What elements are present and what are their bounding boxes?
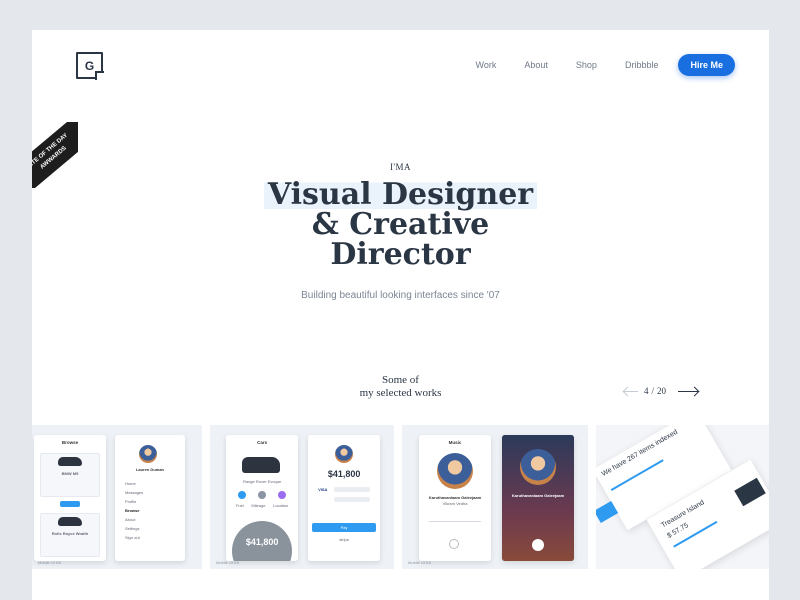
work-card-1[interactable]: Browse BMW M5 Rolls Royce Wraith Lauren … <box>32 425 203 569</box>
work-card-4[interactable]: We have 267 items indexed Treasure Islan… <box>595 425 769 569</box>
card2-price-1: $41,800 <box>245 537 279 547</box>
card4-headline: We have 267 items indexed <box>600 428 679 478</box>
nav-dribbble[interactable]: Dribbble <box>625 60 659 70</box>
card1-screen-title: Browse <box>61 440 79 445</box>
card3-tag: Mobile UI Kit <box>408 560 431 565</box>
top-nav: Work About Shop Dribbble Hire Me <box>448 54 735 76</box>
hire-me-button[interactable]: Hire Me <box>678 54 735 76</box>
card2-feature: Location <box>273 503 289 508</box>
card2-brand: stripe <box>339 537 349 542</box>
card3-screen-dark: Karuthavanlaam Galeejaam <box>502 435 575 561</box>
awwards-ribbon[interactable]: SITE OF THE DAY AWWARDS <box>32 122 78 188</box>
card1-menu-item: Sign out <box>125 535 140 540</box>
card1-screen-menu: Lauren Duman Home Messages Profile Brows… <box>115 435 185 561</box>
work-card-3[interactable]: Music Karuthavanlaam Galeejaam Vikram Ve… <box>402 425 588 569</box>
pager-separator: / <box>651 386 655 396</box>
card1-menu-item: Home <box>125 481 136 486</box>
hero-eyebrow: I'MA <box>389 162 412 172</box>
card2-screen-title: Cars <box>257 440 268 445</box>
card1-tag: Mobile UI Kit <box>38 560 61 565</box>
card2-pay-button: Pay <box>312 523 377 532</box>
card1-user-name: Lauren Duman <box>135 467 164 472</box>
hero-subtitle: Building beautiful looking interfaces si… <box>301 290 500 301</box>
card2-feature: Mileage <box>251 503 266 508</box>
nav-work[interactable]: Work <box>476 60 497 70</box>
pager-current: 4 <box>644 386 649 396</box>
page: G Work About Shop Dribbble Hire Me SITE … <box>32 30 769 600</box>
nav-shop[interactable]: Shop <box>576 60 597 70</box>
pager-total: 20 <box>657 386 667 396</box>
works-pager: 4 / 20 <box>618 386 704 396</box>
work-card-2[interactable]: Cars Range Rover Evoque Fuel Mileage Loc… <box>210 425 395 569</box>
card2-screen-cars: Cars Range Rover Evoque Fuel Mileage Loc… <box>226 435 299 561</box>
hero-title-line2: & Creative <box>311 207 490 242</box>
card1-menu-item: Browse <box>125 508 140 513</box>
logo[interactable]: G <box>76 52 103 79</box>
works-carousel: Browse BMW M5 Rolls Royce Wraith Lauren … <box>32 425 769 569</box>
card2-price-2: $41,800 <box>327 469 361 479</box>
card3-screen-title: Music <box>448 440 462 445</box>
card1-menu-item: Settings <box>125 526 140 531</box>
next-arrow-icon[interactable] <box>678 390 699 392</box>
card1-menu-item: About <box>125 517 136 522</box>
hero-title: Visual Designer & Creative Director <box>32 177 769 272</box>
card3-screen-light: Music Karuthavanlaam Galeejaam Vikram Ve… <box>419 435 492 561</box>
card2-feature: Fuel <box>235 503 244 508</box>
card1-screen-browse: Browse BMW M5 Rolls Royce Wraith <box>34 435 106 561</box>
card1-menu-item: Messages <box>125 490 144 495</box>
card1-car2: Rolls Royce Wraith <box>51 531 89 536</box>
nav-about[interactable]: About <box>524 60 548 70</box>
card2-tag: Mobile UI Kit <box>216 560 239 565</box>
card2-car-name: Range Rover Evoque <box>242 479 282 484</box>
card3-artist: Karuthavanlaam Galeejaam <box>428 495 482 500</box>
card2-visa: VISA <box>318 487 328 492</box>
hero-title-line3: Director <box>330 237 471 272</box>
prev-arrow-icon[interactable] <box>624 390 638 392</box>
card1-menu-item: Profile <box>125 499 137 504</box>
card1-car1: BMW M5 <box>61 471 79 476</box>
card2-screen-payment: $41,800 VISA Pay stripe <box>308 435 381 561</box>
card3-artist-dark: Karuthavanlaam Galeejaam <box>511 493 565 498</box>
card3-subtitle: Vikram Vedha <box>442 501 468 506</box>
